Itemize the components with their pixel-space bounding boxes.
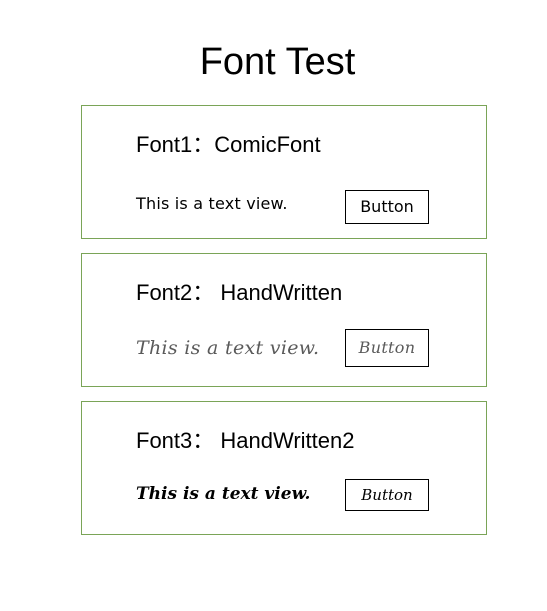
- sample-text-view: This is a text view.: [136, 484, 311, 504]
- font-panel-handwritten2: Font3： HandWritten2 This is a text view.…: [81, 401, 487, 535]
- panel-heading: Font1：ComicFont: [136, 132, 321, 157]
- font-panel-comic: Font1：ComicFont This is a text view. But…: [81, 105, 487, 239]
- page-title: Font Test: [199, 41, 356, 83]
- sample-button[interactable]: Button: [345, 479, 429, 511]
- sample-text-view: This is a text view.: [136, 337, 320, 359]
- font-panel-handwritten: Font2： HandWritten This is a text view. …: [81, 253, 487, 387]
- sample-text-view: This is a text view.: [136, 194, 288, 213]
- sample-button[interactable]: Button: [345, 329, 429, 367]
- panel-heading: Font2： HandWritten: [136, 280, 343, 305]
- sample-button[interactable]: Button: [345, 190, 429, 224]
- panel-heading: Font3： HandWritten2: [136, 428, 355, 453]
